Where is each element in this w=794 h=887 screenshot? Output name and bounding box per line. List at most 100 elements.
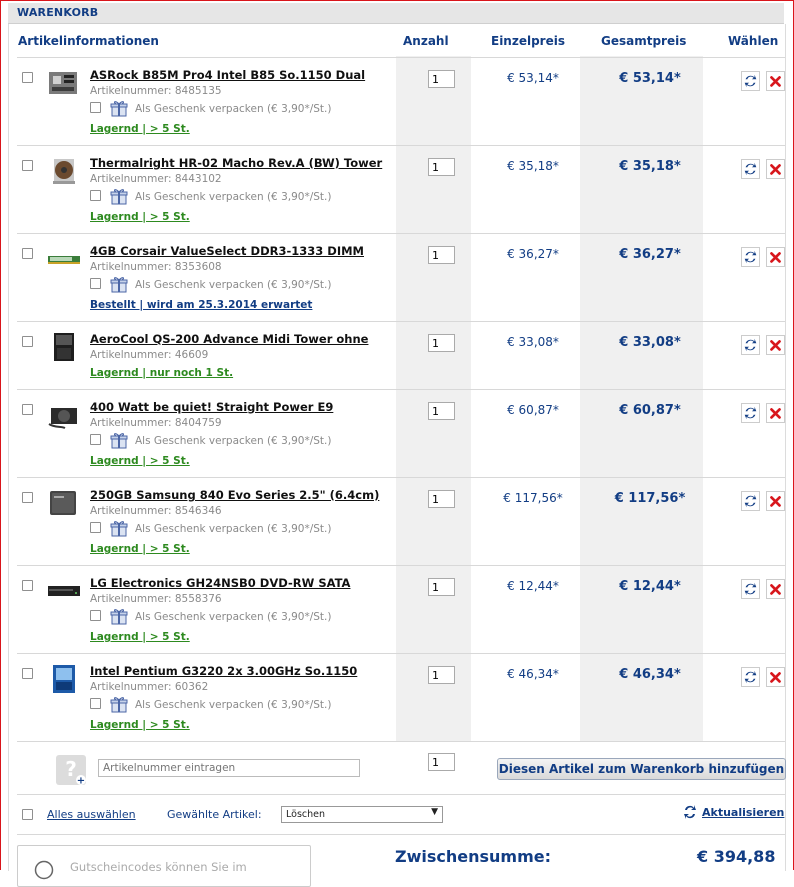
- gift-wrap-checkbox[interactable]: [90, 434, 101, 445]
- refresh-item-button[interactable]: [741, 335, 760, 355]
- quantity-input[interactable]: [428, 402, 455, 420]
- total-price: € 36,27*: [619, 247, 681, 262]
- product-thumbnail-cooler[interactable]: [47, 156, 81, 186]
- product-name-link[interactable]: Thermalright HR-02 Macho Rev.A (BW) Towe…: [90, 156, 382, 170]
- article-number: Artikelnummer: 8546346: [90, 505, 222, 517]
- bulk-action-select[interactable]: Löschen ▼: [281, 806, 443, 823]
- product-thumbnail-motherboard[interactable]: [47, 68, 81, 98]
- delete-icon: [770, 340, 781, 351]
- stock-status-link[interactable]: Lagernd | > 5 St.: [90, 631, 190, 643]
- gift-wrap-checkbox[interactable]: [90, 102, 101, 113]
- product-name-link[interactable]: ASRock B85M Pro4 Intel B85 So.1150 Dual: [90, 68, 365, 82]
- product-name-link[interactable]: 4GB Corsair ValueSelect DDR3-1333 DIMM: [90, 244, 364, 258]
- gift-wrap-label: Als Geschenk verpacken (€ 3,90*/St.): [135, 435, 332, 447]
- item-select-checkbox[interactable]: [22, 404, 33, 415]
- quantity-input[interactable]: [428, 334, 455, 352]
- product-name-link[interactable]: AeroCool QS-200 Advance Midi Tower ohne: [90, 332, 368, 346]
- product-thumbnail-cpu[interactable]: [47, 664, 81, 694]
- voucher-hint: Gutscheincodes können Sie im: [70, 860, 247, 874]
- product-thumbnail-dvd[interactable]: [47, 576, 81, 606]
- refresh-icon: [744, 74, 757, 88]
- add-to-cart-button[interactable]: Diesen Artikel zum Warenkorb hinzufügen: [497, 758, 786, 780]
- refresh-icon: [744, 338, 757, 352]
- add-quantity-input[interactable]: [428, 753, 455, 771]
- item-select-checkbox[interactable]: [22, 72, 33, 83]
- gift-wrap-checkbox[interactable]: [90, 278, 101, 289]
- unit-price: € 12,44*: [507, 579, 559, 593]
- gift-wrap-checkbox[interactable]: [90, 610, 101, 621]
- total-price: € 33,08*: [619, 335, 681, 350]
- refresh-icon: [744, 494, 757, 508]
- stock-status-link[interactable]: Lagernd | > 5 St.: [90, 123, 190, 135]
- delete-item-button[interactable]: [766, 403, 785, 423]
- select-all-link[interactable]: Alles auswählen: [47, 808, 136, 821]
- total-price: € 60,87*: [619, 403, 681, 418]
- stock-status-link[interactable]: Bestellt | wird am 25.3.2014 erwartet: [90, 299, 312, 311]
- quantity-input[interactable]: [428, 490, 455, 508]
- select-all-checkbox[interactable]: [22, 809, 33, 820]
- stock-status-link[interactable]: Lagernd | nur noch 1 St.: [90, 367, 233, 379]
- cart-item-row: 4GB Corsair ValueSelect DDR3-1333 DIMM A…: [17, 233, 785, 322]
- refresh-item-button[interactable]: [741, 491, 760, 511]
- quantity-input[interactable]: [428, 70, 455, 88]
- refresh-icon: [744, 582, 757, 596]
- cart-item-row: 400 Watt be quiet! Straight Power E9 Art…: [17, 389, 785, 478]
- bulk-action-value: Löschen: [286, 809, 325, 820]
- total-price: € 46,34*: [619, 667, 681, 682]
- refresh-icon: [744, 406, 757, 420]
- subtotal-value: € 394,88: [697, 847, 776, 866]
- cart-title: WARENKORB: [17, 6, 99, 19]
- refresh-item-button[interactable]: [741, 667, 760, 687]
- product-name-link[interactable]: LG Electronics GH24NSB0 DVD-RW SATA: [90, 576, 350, 590]
- product-thumbnail-psu[interactable]: [47, 400, 81, 430]
- delete-item-button[interactable]: [766, 491, 785, 511]
- cart-item-row: Intel Pentium G3220 2x 3.00GHz So.1150 A…: [17, 653, 785, 742]
- refresh-item-button[interactable]: [741, 403, 760, 423]
- gift-wrap-checkbox[interactable]: [90, 522, 101, 533]
- item-select-checkbox[interactable]: [22, 492, 33, 503]
- stock-status-link[interactable]: Lagernd | > 5 St.: [90, 719, 190, 731]
- product-name-link[interactable]: 250GB Samsung 840 Evo Series 2.5" (6.4cm…: [90, 488, 379, 502]
- gift-wrap-checkbox[interactable]: [90, 190, 101, 201]
- stock-status-link[interactable]: Lagernd | > 5 St.: [90, 211, 190, 223]
- delete-item-button[interactable]: [766, 159, 785, 179]
- item-select-checkbox[interactable]: [22, 160, 33, 171]
- gift-icon: [110, 101, 128, 117]
- delete-item-button[interactable]: [766, 71, 785, 91]
- quantity-input[interactable]: [428, 578, 455, 596]
- quantity-input[interactable]: [428, 158, 455, 176]
- stock-status-link[interactable]: Lagernd | > 5 St.: [90, 543, 190, 555]
- stock-status-link[interactable]: Lagernd | > 5 St.: [90, 455, 190, 467]
- refresh-item-button[interactable]: [741, 71, 760, 91]
- refresh-item-button[interactable]: [741, 579, 760, 599]
- cart-header-bar: WARENKORB: [8, 3, 784, 24]
- product-name-link[interactable]: 400 Watt be quiet! Straight Power E9: [90, 400, 333, 414]
- refresh-item-button[interactable]: [741, 159, 760, 179]
- article-number-input[interactable]: [98, 759, 360, 777]
- product-thumbnail-ram[interactable]: [47, 244, 81, 274]
- product-thumbnail-ssd[interactable]: [47, 488, 81, 518]
- delete-item-button[interactable]: [766, 335, 785, 355]
- delete-item-button[interactable]: [766, 667, 785, 687]
- delete-icon: [770, 496, 781, 507]
- article-number: Artikelnummer: 8404759: [90, 417, 222, 429]
- cart-item-row: ASRock B85M Pro4 Intel B85 So.1150 Dual …: [17, 57, 785, 146]
- refresh-item-button[interactable]: [741, 247, 760, 267]
- quantity-input[interactable]: [428, 246, 455, 264]
- update-icon[interactable]: [683, 804, 697, 820]
- gift-wrap-checkbox[interactable]: [90, 698, 101, 709]
- item-select-checkbox[interactable]: [22, 248, 33, 259]
- product-thumbnail-case[interactable]: [47, 332, 81, 362]
- item-select-checkbox[interactable]: [22, 580, 33, 591]
- product-name-link[interactable]: Intel Pentium G3220 2x 3.00GHz So.1150: [90, 664, 357, 678]
- gift-wrap-label: Als Geschenk verpacken (€ 3,90*/St.): [135, 699, 332, 711]
- quantity-input[interactable]: [428, 666, 455, 684]
- delete-item-button[interactable]: [766, 579, 785, 599]
- item-select-checkbox[interactable]: [22, 336, 33, 347]
- update-link[interactable]: Aktualisieren: [702, 806, 784, 819]
- unit-price: € 33,08*: [507, 335, 559, 349]
- item-select-checkbox[interactable]: [22, 668, 33, 679]
- gift-icon: [110, 609, 128, 625]
- gift-icon: [110, 433, 128, 449]
- delete-item-button[interactable]: [766, 247, 785, 267]
